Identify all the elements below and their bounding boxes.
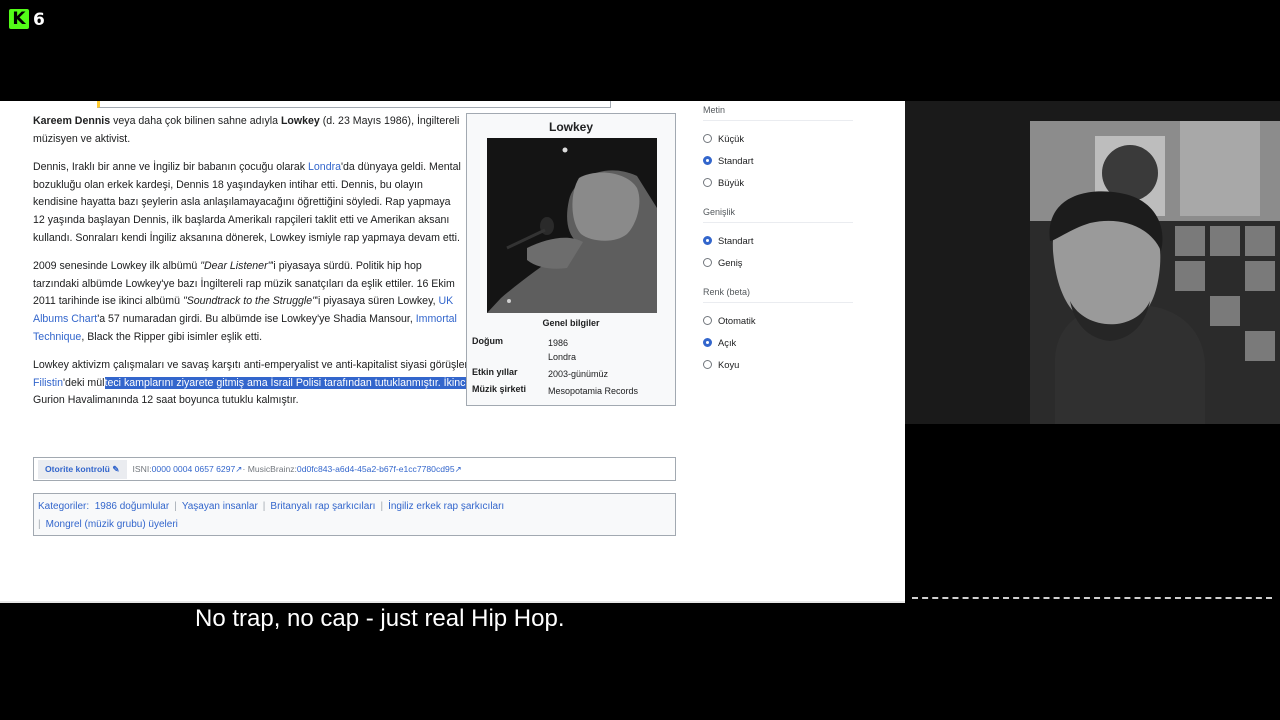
color-heading: Renk (beta): [703, 287, 853, 303]
paragraph-career: 2009 senesinde Lowkey ilk albümü "Dear L…: [33, 258, 465, 346]
stage-name: Lowkey: [280, 115, 320, 127]
radio-button[interactable]: [703, 257, 712, 267]
radio-button[interactable]: [703, 315, 712, 325]
color-option[interactable]: Koyu: [703, 353, 853, 375]
infobox-title: Lowkey: [548, 120, 593, 134]
kick-logo: K: [9, 9, 29, 29]
categories-label[interactable]: Kategoriler: [38, 501, 86, 512]
text-size-option[interactable]: Büyük: [703, 171, 853, 193]
browser-page: Kareem Dennis veya daha çok bilinen sahn…: [0, 101, 905, 601]
row-value[interactable]: Mesopotamia Records: [548, 384, 672, 398]
row-label: Müzik şirketi: [472, 384, 527, 394]
authority-control-button[interactable]: Otorite kontrolü ✎: [38, 459, 127, 479]
text: 'deki mül: [63, 376, 105, 389]
radio-button[interactable]: [703, 337, 712, 347]
person-name: Kareem Dennis: [33, 115, 111, 127]
webcam-feed: [905, 101, 1280, 424]
radio-label: Otomatik: [718, 314, 756, 326]
row-label: Doğum: [472, 336, 503, 346]
infobox: Lowkey Genel bilgiler Doğum 1986 Londra E…: [466, 113, 676, 406]
authority-control: Otorite kontrolü ✎ ISNI: 0000 0004 0657 …: [33, 457, 676, 481]
text-size-option[interactable]: Standart: [703, 149, 853, 171]
radio-button[interactable]: [703, 235, 712, 245]
link-londra[interactable]: Londra: [308, 161, 341, 173]
album-title: "Dear Listener": [200, 260, 272, 273]
text-size-options: Küçük Standart Büyük: [703, 127, 853, 193]
category-links: Kategoriler: 1986 doğumlular | Yaşayan ins…: [33, 493, 676, 536]
musicbrainz-label: · MusicBrainz:: [242, 464, 297, 474]
stream-subtitle: No trap, no cap - just real Hip Hop.: [195, 605, 565, 632]
infobox-row-birth: Doğum 1986 Londra: [472, 336, 672, 364]
birth-year: 1986: [548, 338, 569, 348]
radio-button[interactable]: [703, 155, 712, 165]
search-input[interactable]: [97, 101, 611, 108]
authority-label: Otorite kontrolü: [45, 463, 110, 474]
article-body: Kareem Dennis veya daha çok bilinen sahn…: [33, 113, 622, 421]
width-option[interactable]: Standart: [703, 229, 853, 251]
musicbrainz-link[interactable]: 0d0fc843-a6d4-45a2-b67f-e1cc7780cd95: [297, 464, 455, 474]
color-options: Otomatik Açık Koyu: [703, 309, 853, 375]
text: 'da dünyaya geldi. Mental bozukluğu olan…: [33, 161, 461, 244]
infobox-section-title: Genel bilgiler: [542, 318, 600, 328]
viewer-count: 6: [33, 10, 45, 30]
progress-dashes: [912, 597, 1272, 601]
category-item[interactable]: Mongrel (müzik grubu) üyeleri: [46, 519, 178, 530]
category-item[interactable]: Britanyalı rap şarkıcıları: [270, 501, 375, 512]
row-value: 2003-günümüz: [548, 369, 609, 379]
category-item[interactable]: Yaşayan insanlar: [182, 501, 258, 512]
text: 'a 57 numaradan girdi. Bu albümde ise Lo…: [97, 312, 416, 325]
width-options: Standart Geniş: [703, 229, 853, 273]
radio-label: Büyük: [718, 176, 745, 188]
external-link-icon: ↗: [235, 463, 243, 474]
width-heading: Genişlik: [703, 207, 853, 223]
radio-label: Küçük: [718, 132, 745, 144]
isni-label: ISNI:: [132, 464, 152, 474]
infobox-row-label: Müzik şirketi Mesopotamia Records: [472, 384, 672, 398]
category-item[interactable]: 1986 doğumlular: [95, 501, 170, 512]
isni-link[interactable]: 0000 0004 0657 6297: [152, 464, 236, 474]
radio-label: Geniş: [718, 256, 743, 268]
paragraph-early-life: Dennis, Iraklı bir anne ve İngiliz bir b…: [33, 159, 465, 247]
text: 'i piyasaya süren Lowkey,: [315, 295, 439, 308]
text: , Black the Ripper gibi isimler eşlik et…: [81, 330, 263, 343]
text: 2009 senesinde Lowkey ilk albümü: [33, 260, 201, 273]
row-value: 1986 Londra: [548, 336, 672, 364]
birth-place[interactable]: Londra: [548, 350, 672, 364]
album-title: "Soundtrack to the Struggle": [182, 295, 316, 308]
paragraph-intro: Kareem Dennis veya daha çok bilinen sahn…: [33, 113, 465, 148]
color-option[interactable]: Otomatik: [703, 309, 853, 331]
appearance-panel: Metin Küçük Standart Büyük Genişlik Standa…: [703, 105, 853, 375]
link-filistin[interactable]: Filistin: [33, 377, 63, 389]
text: Dennis, Iraklı bir anne ve İngiliz bir b…: [33, 161, 309, 174]
category-item[interactable]: İngiliz erkek rap şarkıcıları: [388, 501, 504, 512]
text-size-heading: Metin: [703, 105, 853, 121]
radio-button[interactable]: [703, 359, 712, 369]
radio-button[interactable]: [703, 133, 712, 143]
external-link-icon: ↗: [454, 463, 462, 474]
text-size-option[interactable]: Küçük: [703, 127, 853, 149]
infobox-row-active-years: Etkin yıllar 2003-günümüz: [472, 367, 672, 381]
text: veya daha çok bilinen sahne adıyla: [110, 115, 281, 127]
row-label: Etkin yıllar: [472, 367, 518, 377]
width-option[interactable]: Geniş: [703, 251, 853, 273]
radio-button[interactable]: [703, 177, 712, 187]
artist-photo[interactable]: [487, 138, 657, 313]
color-option[interactable]: Açık: [703, 331, 853, 353]
pencil-icon: ✎: [112, 463, 120, 474]
radio-label: Açık: [718, 336, 737, 348]
radio-label: Standart: [718, 154, 754, 166]
radio-label: Standart: [718, 234, 754, 246]
radio-label: Koyu: [718, 358, 740, 370]
